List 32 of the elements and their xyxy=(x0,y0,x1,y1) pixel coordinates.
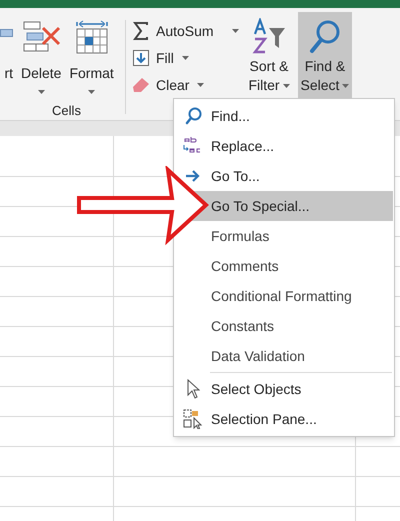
sort-filter-button[interactable]: Sort & Filter xyxy=(242,12,296,98)
search-icon xyxy=(309,19,341,55)
sum-button[interactable]: AutoSum xyxy=(132,20,242,42)
menu-item[interactable]: Data Validation xyxy=(175,341,393,371)
menu-item[interactable]: Constants xyxy=(175,311,393,341)
group-label: Cells xyxy=(51,102,82,120)
menu-item[interactable]: Go To... xyxy=(175,161,393,191)
sigma-icon xyxy=(133,22,149,40)
fill-button[interactable]: Fill xyxy=(132,47,242,69)
clear-button[interactable]: Clear xyxy=(132,74,242,96)
format-button[interactable]: Format xyxy=(69,14,114,100)
menu-item[interactable]: Comments xyxy=(175,251,393,281)
find-select-button[interactable]: Find & Select xyxy=(298,12,352,98)
caret-icon xyxy=(342,84,350,88)
insert-cells-icon xyxy=(0,29,13,37)
insert-button[interactable]: rt xyxy=(0,14,13,100)
fill-down-icon xyxy=(133,50,149,66)
menu-item[interactable]: Find... xyxy=(175,101,393,131)
search-icon xyxy=(184,107,202,125)
selection-pane-icon xyxy=(183,409,203,429)
menu-item[interactable]: Conditional Formatting xyxy=(175,281,393,311)
menu-item[interactable]: Select Objects xyxy=(175,374,393,404)
right-arrow-icon xyxy=(185,169,201,183)
menu-item[interactable]: Formulas xyxy=(175,221,393,251)
menu-item[interactable]: Selection Pane... xyxy=(175,404,393,434)
delete-button[interactable]: Delete xyxy=(21,14,62,100)
caret-icon xyxy=(282,84,290,88)
sort-filter-icon xyxy=(251,18,287,56)
format-cells-icon xyxy=(74,20,110,56)
eraser-icon xyxy=(132,77,150,93)
menu-item[interactable]: Replace... xyxy=(175,131,393,161)
pointer-icon xyxy=(186,379,200,399)
